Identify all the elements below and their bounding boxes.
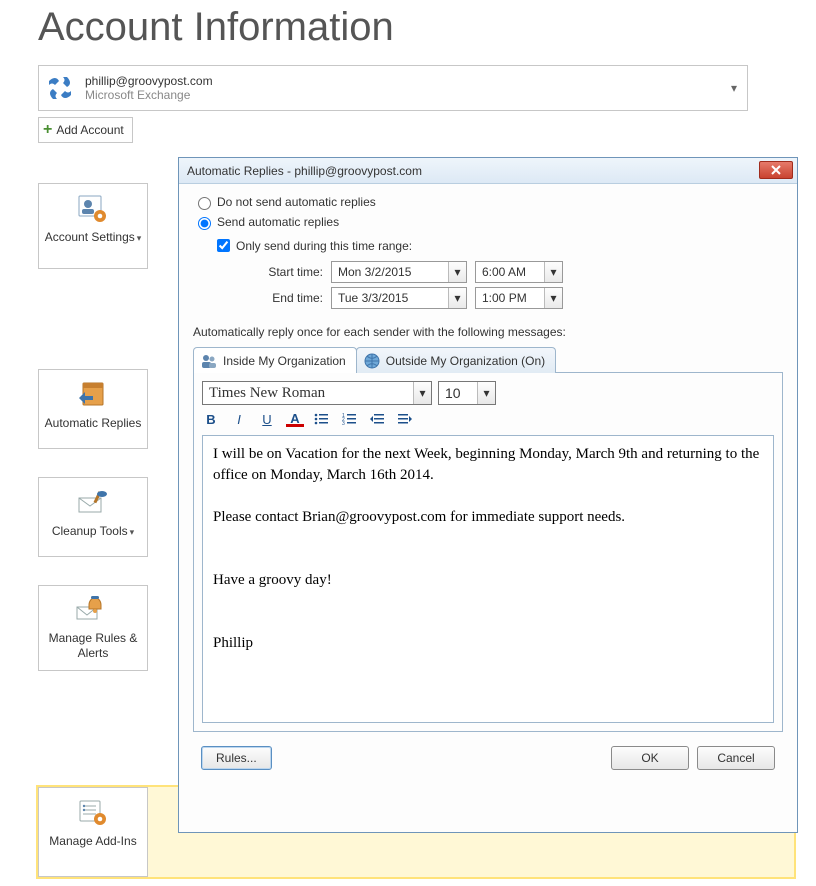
side-label: Cleanup Tools▾ bbox=[52, 524, 134, 540]
font-size-value: 10 bbox=[439, 385, 477, 401]
bullet-list-button[interactable] bbox=[314, 413, 332, 425]
font-family-value: Times New Roman bbox=[203, 385, 413, 402]
manage-addins-button[interactable]: Manage Add-Ins bbox=[38, 787, 148, 877]
account-settings-icon bbox=[74, 192, 112, 226]
radio-dont-send[interactable]: Do not send automatic replies bbox=[193, 194, 783, 210]
side-label: Account Settings▾ bbox=[45, 230, 142, 246]
svg-text:3: 3 bbox=[342, 421, 345, 425]
outdent-button[interactable] bbox=[370, 413, 388, 425]
reply-once-label: Automatically reply once for each sender… bbox=[193, 325, 783, 339]
radio-send[interactable]: Send automatic replies bbox=[193, 214, 783, 230]
start-time-label: Start time: bbox=[213, 265, 323, 279]
rules-alerts-icon bbox=[74, 594, 112, 627]
automatic-replies-icon bbox=[74, 378, 112, 412]
dialog-title: Automatic Replies - phillip@groovypost.c… bbox=[187, 164, 422, 178]
ok-button[interactable]: OK bbox=[611, 746, 689, 770]
format-toolbar: B I U A 123 bbox=[202, 411, 774, 427]
bold-button[interactable]: B bbox=[202, 412, 220, 427]
side-label: Automatic Replies bbox=[45, 416, 142, 432]
start-date-value: Mon 3/2/2015 bbox=[332, 265, 448, 279]
start-time-select[interactable]: 6:00 AM ▾ bbox=[475, 261, 563, 283]
reply-tabs: Inside My Organization Outside My Organi… bbox=[193, 345, 783, 373]
start-time-value: 6:00 AM bbox=[476, 265, 544, 279]
end-time-label: End time: bbox=[213, 291, 323, 305]
account-email: phillip@groovypost.com bbox=[85, 74, 213, 88]
only-range-check[interactable]: Only send during this time range: bbox=[213, 236, 783, 255]
radio-dont-send-input[interactable] bbox=[198, 197, 211, 210]
chevron-down-icon: ▾ bbox=[413, 382, 431, 404]
end-time-select[interactable]: 1:00 PM ▾ bbox=[475, 287, 563, 309]
chevron-down-icon: ▾ bbox=[477, 382, 495, 404]
editor-panel: Times New Roman ▾ 10 ▾ B I U A bbox=[193, 373, 783, 732]
exchange-icon bbox=[45, 73, 75, 103]
tab-outside-org[interactable]: Outside My Organization (On) bbox=[356, 347, 556, 373]
dialog-titlebar: Automatic Replies - phillip@groovypost.c… bbox=[179, 158, 797, 184]
side-label: Manage Add-Ins bbox=[49, 834, 136, 850]
close-button[interactable] bbox=[759, 161, 793, 179]
side-label: Manage Rules & Alerts bbox=[43, 631, 143, 662]
cleanup-tools-button[interactable]: Cleanup Tools▾ bbox=[38, 477, 148, 557]
plus-icon: + bbox=[43, 122, 52, 138]
rules-button[interactable]: Rules... bbox=[201, 746, 272, 770]
underline-button[interactable]: U bbox=[258, 412, 276, 427]
font-color-button[interactable]: A bbox=[286, 411, 304, 427]
account-text: phillip@groovypost.com Microsoft Exchang… bbox=[85, 74, 213, 103]
chevron-down-icon: ▾ bbox=[544, 288, 562, 308]
close-icon bbox=[770, 165, 782, 175]
tab-outside-label: Outside My Organization (On) bbox=[386, 354, 545, 368]
numbered-list-button[interactable]: 123 bbox=[342, 413, 360, 425]
add-account-label: Add Account bbox=[56, 123, 123, 137]
manage-rules-alerts-button[interactable]: Manage Rules & Alerts bbox=[38, 585, 148, 671]
people-icon bbox=[200, 352, 218, 370]
account-selector[interactable]: phillip@groovypost.com Microsoft Exchang… bbox=[38, 65, 748, 111]
account-settings-button[interactable]: Account Settings▾ bbox=[38, 183, 148, 269]
end-date-select[interactable]: Tue 3/3/2015 ▾ bbox=[331, 287, 467, 309]
sidebar: Account Settings▾ Automatic Replies Clea… bbox=[38, 183, 148, 699]
chevron-down-icon: ▾ bbox=[544, 262, 562, 282]
only-range-checkbox[interactable] bbox=[217, 239, 230, 252]
chevron-down-icon: ▾ bbox=[130, 527, 135, 537]
chevron-down-icon: ▾ bbox=[448, 288, 466, 308]
font-size-select[interactable]: 10 ▾ bbox=[438, 381, 496, 405]
globe-icon bbox=[363, 352, 381, 370]
italic-button[interactable]: I bbox=[230, 412, 248, 427]
radio-send-input[interactable] bbox=[198, 217, 211, 230]
end-time-value: 1:00 PM bbox=[476, 291, 544, 305]
account-type: Microsoft Exchange bbox=[85, 88, 213, 102]
automatic-replies-dialog: Automatic Replies - phillip@groovypost.c… bbox=[178, 157, 798, 833]
radio-dont-send-label: Do not send automatic replies bbox=[217, 195, 376, 209]
indent-button[interactable] bbox=[398, 413, 416, 425]
font-family-select[interactable]: Times New Roman ▾ bbox=[202, 381, 432, 405]
tab-inside-label: Inside My Organization bbox=[223, 354, 346, 368]
cancel-button[interactable]: Cancel bbox=[697, 746, 775, 770]
add-account-button[interactable]: + Add Account bbox=[38, 117, 133, 143]
automatic-replies-button[interactable]: Automatic Replies bbox=[38, 369, 148, 449]
end-date-value: Tue 3/3/2015 bbox=[332, 291, 448, 305]
tab-inside-org[interactable]: Inside My Organization bbox=[193, 347, 357, 373]
chevron-down-icon: ▾ bbox=[137, 233, 142, 243]
radio-send-label: Send automatic replies bbox=[217, 215, 339, 229]
only-range-label: Only send during this time range: bbox=[236, 239, 412, 253]
chevron-down-icon: ▾ bbox=[731, 81, 737, 95]
manage-addins-icon bbox=[74, 796, 112, 830]
start-date-select[interactable]: Mon 3/2/2015 ▾ bbox=[331, 261, 467, 283]
chevron-down-icon: ▾ bbox=[448, 262, 466, 282]
cleanup-tools-icon bbox=[74, 486, 112, 520]
font-color-letter: A bbox=[290, 411, 299, 426]
page-title: Account Information bbox=[38, 5, 816, 50]
message-textarea[interactable]: I will be on Vacation for the next Week,… bbox=[202, 435, 774, 723]
